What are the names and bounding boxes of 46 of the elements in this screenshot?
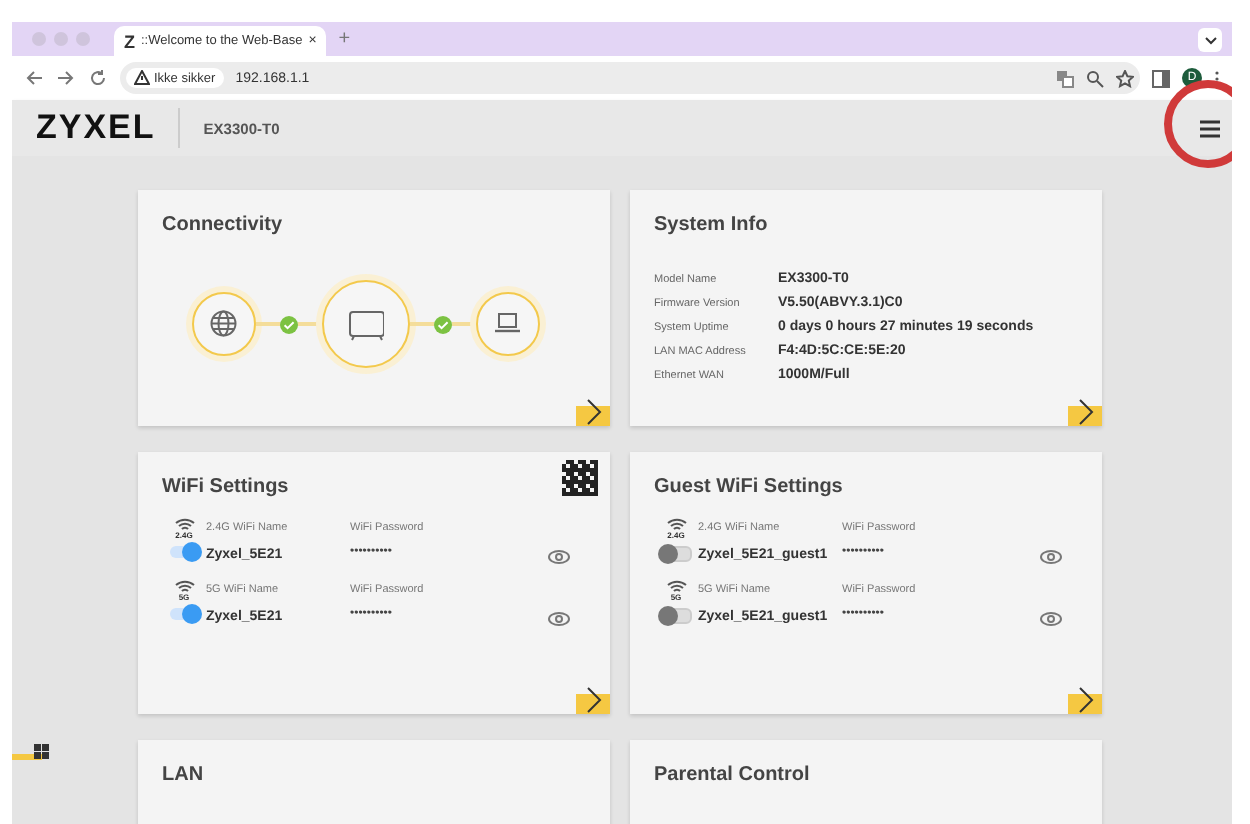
menu-icon	[1200, 120, 1220, 138]
warning-icon	[134, 70, 150, 86]
toggle-switch[interactable]	[660, 546, 692, 562]
card-title: WiFi Settings	[162, 476, 291, 498]
toggle-switch[interactable]	[170, 546, 198, 558]
globe-icon	[210, 310, 238, 338]
translate-icon[interactable]	[1056, 69, 1074, 87]
menu-button[interactable]	[1200, 120, 1220, 138]
more-button[interactable]	[1068, 682, 1102, 714]
tab-menu-button[interactable]	[1198, 27, 1222, 51]
card-title: System Info	[654, 214, 770, 236]
eye-icon[interactable]	[1040, 612, 1062, 627]
zoom-icon[interactable]	[1086, 69, 1104, 87]
back-icon[interactable]	[24, 68, 44, 88]
more-button[interactable]	[1068, 394, 1102, 426]
laptop-icon	[494, 310, 522, 338]
chevron-icon	[584, 685, 602, 713]
toggle-switch[interactable]	[660, 608, 692, 625]
annotation-circle	[1164, 80, 1232, 168]
eye-icon[interactable]	[1040, 550, 1062, 564]
more-button[interactable]	[576, 682, 610, 714]
grid-menu-icon[interactable]	[12, 744, 50, 762]
wifi-icon	[173, 516, 195, 530]
star-icon[interactable]	[1116, 69, 1134, 87]
tab-favicon: Z	[124, 31, 135, 51]
card-title: Parental Control	[654, 764, 812, 786]
chevron-icon	[1076, 685, 1094, 713]
eye-icon[interactable]	[548, 550, 570, 564]
forward-icon[interactable]	[56, 68, 76, 88]
eye-icon[interactable]	[548, 612, 570, 627]
side-panel-icon[interactable]	[1152, 69, 1170, 87]
wifi-icon	[665, 578, 687, 593]
reload-icon[interactable]	[88, 68, 108, 88]
wifi-icon	[173, 578, 195, 593]
card-title: Connectivity	[162, 214, 285, 236]
qr-code-icon	[562, 460, 598, 496]
wifi-icon	[665, 516, 687, 530]
toggle-switch[interactable]	[170, 608, 198, 621]
router-icon	[347, 305, 385, 343]
zyxel-logo: ZYXEL	[36, 108, 180, 148]
chevron-icon	[584, 397, 602, 425]
card-title: Guest WiFi Settings	[654, 476, 845, 498]
card-title: LAN	[162, 764, 206, 786]
chevron-icon	[1076, 397, 1094, 425]
chevron-icon	[1203, 33, 1217, 45]
more-button[interactable]	[576, 394, 610, 426]
